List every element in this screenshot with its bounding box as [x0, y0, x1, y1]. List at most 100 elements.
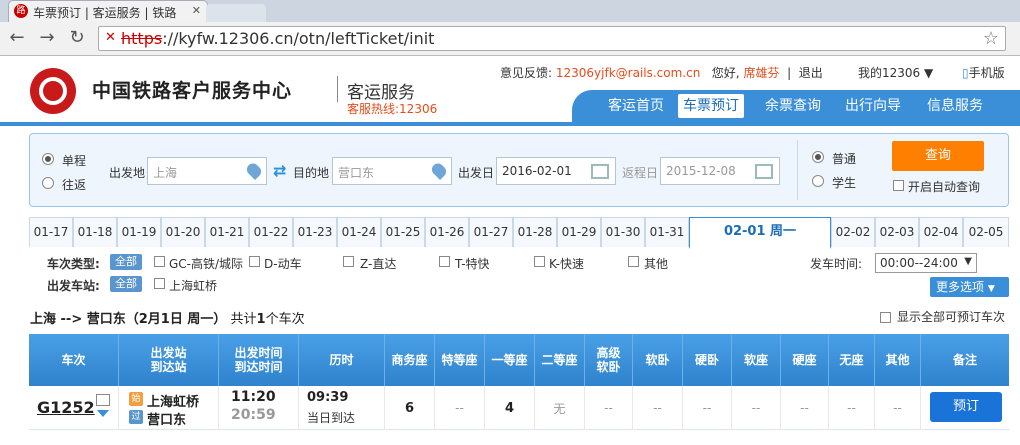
roundtrip-radio[interactable]	[42, 177, 54, 189]
seat-deluxe-sleeper: --	[585, 386, 633, 430]
type-checkbox[interactable]	[628, 256, 639, 267]
date-tab[interactable]: 01-24	[337, 217, 381, 247]
depart-date-input[interactable]: 2016-02-01	[496, 157, 616, 185]
swap-icon[interactable]: ⇄	[273, 161, 286, 180]
date-tab[interactable]: 01-18	[73, 217, 117, 247]
date-tab[interactable]: 02-04	[919, 217, 963, 247]
railway-logo-icon[interactable]	[30, 68, 76, 114]
show-all-checkbox[interactable]	[880, 312, 891, 323]
mobile-link[interactable]: ▯手机版	[962, 64, 1005, 81]
type-checkbox[interactable]	[154, 256, 165, 267]
feedback-email-link[interactable]: 12306yjfk@rails.com.cn	[556, 66, 700, 80]
chevron-down-icon: ▼	[987, 284, 995, 294]
browser-tab[interactable]: 路 车票预订 | 客运服务 | 铁路 ✕	[8, 0, 208, 22]
date-tab[interactable]: 01-28	[513, 217, 557, 247]
col-first: 一等座	[485, 334, 535, 386]
type-checkbox[interactable]	[343, 256, 354, 267]
type-checkbox[interactable]	[249, 256, 260, 267]
date-tab[interactable]: 01-25	[381, 217, 425, 247]
date-tab[interactable]: 01-21	[205, 217, 249, 247]
col-premium: 特等座	[435, 334, 485, 386]
col-remark: 备注	[952, 353, 977, 367]
type-all-button[interactable]: 全部	[110, 254, 142, 270]
seat-premium: --	[435, 386, 485, 430]
from-label: 出发地	[109, 166, 146, 180]
nav-home[interactable]: 客运首页	[598, 94, 674, 118]
col-no-seat: 无座	[829, 334, 875, 386]
col-duration[interactable]: 历时	[299, 334, 385, 386]
roundtrip-label: 往返	[62, 178, 87, 192]
pass-badge: 过	[129, 410, 143, 424]
forward-icon[interactable]: →	[36, 27, 58, 49]
query-button[interactable]: 查询	[892, 141, 984, 171]
col-soft-sleeper: 软卧	[633, 334, 683, 386]
col-deluxe-sleeper: 高级 软卧	[585, 334, 633, 386]
date-tab[interactable]: 02-02	[831, 217, 875, 247]
from-input[interactable]: 上海	[147, 157, 267, 185]
bookmark-star-icon[interactable]: ☆	[983, 28, 999, 49]
date-tab[interactable]: 01-23	[293, 217, 337, 247]
seat-first: 4	[485, 386, 535, 430]
return-date-input[interactable]: 2015-12-08	[660, 157, 780, 185]
date-tab-active[interactable]: 02-01 周一	[689, 217, 831, 249]
date-tab[interactable]: 01-30	[601, 217, 645, 247]
date-tab[interactable]: 01-19	[117, 217, 161, 247]
depart-time-select[interactable]: 00:00--24:00 ▼	[875, 253, 977, 273]
date-tab[interactable]: 02-03	[875, 217, 919, 247]
book-button[interactable]: 预订	[930, 392, 1002, 422]
col-business: 商务座	[385, 334, 435, 386]
date-tab[interactable]: 01-27	[469, 217, 513, 247]
station-checkbox[interactable]	[154, 278, 165, 289]
tab-close-icon[interactable]: ✕	[192, 4, 201, 17]
auto-query-checkbox[interactable]	[893, 180, 904, 191]
phone-icon: ▯	[962, 66, 969, 80]
to-input[interactable]: 营口东	[332, 157, 452, 185]
nav-remaining-tickets[interactable]: 余票查询	[758, 94, 828, 118]
return-label: 返程日	[622, 166, 659, 180]
oneway-label: 单程	[62, 154, 87, 168]
reload-icon[interactable]: ↻	[66, 27, 88, 49]
date-tab[interactable]: 01-22	[249, 217, 293, 247]
station-label-hongqiao: 上海虹桥	[169, 279, 218, 293]
back-icon[interactable]: ←	[6, 27, 28, 49]
seat-soft-seat: --	[732, 386, 781, 430]
my12306-menu[interactable]: 我的12306 ▼	[858, 64, 933, 81]
type-checkbox[interactable]	[534, 256, 545, 267]
nav-info-service[interactable]: 信息服务	[920, 94, 990, 118]
expand-arrow-icon[interactable]	[97, 410, 109, 417]
nav-travel-guide[interactable]: 出行向导	[838, 94, 908, 118]
to-label: 目的地	[293, 166, 330, 180]
type-checkbox[interactable]	[439, 256, 450, 267]
col-stations: 出发站 到达站	[119, 334, 219, 386]
normal-ticket-radio[interactable]	[812, 151, 824, 163]
col-hard-sleeper: 硬卧	[683, 334, 732, 386]
col-times[interactable]: 出发时间 到达时间	[219, 334, 299, 386]
date-tab[interactable]: 01-26	[425, 217, 469, 247]
col-train[interactable]: 车次	[29, 334, 119, 386]
date-tab[interactable]: 01-17	[29, 217, 73, 247]
show-all-toggle[interactable]: 显示全部可预订车次	[880, 308, 1005, 325]
seat-business: 6	[385, 386, 435, 430]
address-bar[interactable]: ✕ https://kyfw.12306.cn/otn/leftTicket/i…	[98, 26, 1006, 51]
date-tab[interactable]: 01-31	[645, 217, 689, 247]
username-link[interactable]: 席雄芬	[743, 66, 779, 80]
oneway-radio[interactable]	[42, 153, 54, 165]
student-ticket-radio[interactable]	[812, 175, 824, 187]
date-tab[interactable]: 02-05	[963, 217, 1009, 247]
browser-tab-bar: 路 车票预订 | 客运服务 | 铁路 ✕	[0, 0, 1020, 22]
route-text: 上海 --> 营口东（2月1日 周一）	[30, 312, 227, 327]
nav-underline	[0, 122, 1020, 126]
more-options-button[interactable]: 更多选项 ▼	[930, 277, 1009, 297]
date-tab[interactable]: 01-29	[557, 217, 601, 247]
station-all-button[interactable]: 全部	[110, 276, 142, 292]
train-info-icon[interactable]	[96, 394, 110, 406]
train-number-link[interactable]: G1252	[37, 398, 95, 417]
new-tab-button[interactable]	[206, 4, 266, 22]
header-divider	[337, 76, 338, 102]
date-tab[interactable]: 01-20	[161, 217, 205, 247]
filter-panel: 车次类型: 全部 GC-高铁/城际 D-动车 Z-直达 T-特快 K-快速 其他…	[29, 249, 1009, 297]
logout-link[interactable]: 退出	[799, 66, 823, 80]
query-form: 单程 往返 出发地 上海 ⇄ 目的地 营口东 出发日 2016-02-01 返程…	[29, 133, 1009, 207]
nav-book-ticket[interactable]: 车票预订	[678, 94, 744, 118]
arrive-time: 20:59	[231, 407, 276, 423]
